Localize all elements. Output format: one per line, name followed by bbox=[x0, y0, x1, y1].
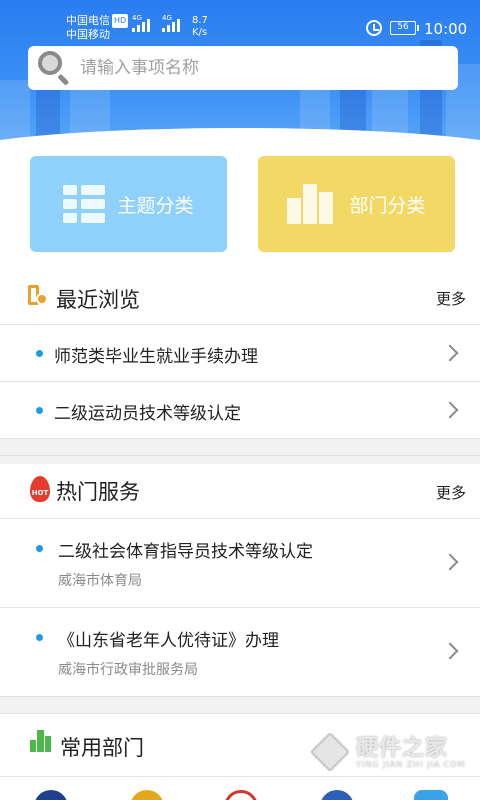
theme-category-button[interactable]: 主题分类 bbox=[30, 156, 227, 252]
list-item-department: 威海市行政审批服务局 bbox=[58, 662, 198, 678]
list-item-title: 《山东省老年人优待证》办理 bbox=[58, 631, 279, 651]
departments-section-title: 常用部门 bbox=[60, 736, 144, 760]
search-icon bbox=[38, 51, 72, 86]
department-category-button[interactable]: 部门分类 bbox=[258, 156, 455, 252]
list-item-title: 二级运动员技术等级认定 bbox=[54, 404, 241, 424]
department-building-icon bbox=[30, 730, 52, 752]
watermark-text: 硬件之家 bbox=[356, 736, 449, 761]
recent-more-link[interactable]: 更多 bbox=[436, 288, 466, 309]
carrier-1: 中国电信 bbox=[66, 14, 110, 27]
search-bar[interactable] bbox=[28, 46, 458, 90]
watermark: 硬件之家 YING JIAN ZHI JIA.COM bbox=[309, 730, 472, 774]
hot-more-link[interactable]: 更多 bbox=[436, 482, 466, 503]
chevron-right-icon bbox=[441, 401, 459, 419]
bullet-dot bbox=[36, 545, 43, 552]
chevron-right-icon bbox=[441, 642, 459, 660]
watermark-logo-icon bbox=[309, 731, 351, 773]
bullet-dot bbox=[36, 634, 43, 641]
list-item[interactable]: 师范类毕业生就业手续办理 bbox=[0, 324, 480, 381]
alarm-icon bbox=[366, 20, 382, 36]
bullet-dot bbox=[36, 407, 43, 414]
status-bar: 中国电信 HD 中国移动 4G 4G 8.7 K/s 56 10:00 bbox=[0, 0, 480, 44]
chevron-right-icon bbox=[441, 553, 459, 571]
battery-icon: 56 bbox=[390, 21, 419, 35]
carrier-info: 中国电信 HD 中国移动 bbox=[66, 14, 129, 42]
theme-category-label: 主题分类 bbox=[117, 194, 194, 217]
section-divider bbox=[0, 696, 480, 714]
network-speed: 8.7 K/s bbox=[192, 15, 208, 38]
recent-section-header: 最近浏览 更多 bbox=[0, 270, 480, 324]
recent-section-title: 最近浏览 bbox=[56, 288, 140, 312]
list-item-department: 威海市体育局 bbox=[58, 573, 142, 589]
watermark-subtext: YING JIAN ZHI JIA.COM bbox=[356, 760, 466, 769]
department-logo[interactable] bbox=[414, 790, 448, 800]
grid-list-icon bbox=[63, 185, 106, 223]
bullet-dot bbox=[36, 350, 43, 357]
recent-history-icon bbox=[28, 285, 48, 307]
search-input[interactable] bbox=[80, 58, 420, 78]
list-item[interactable]: 二级运动员技术等级认定 bbox=[0, 381, 480, 438]
signal-icon: 4G bbox=[162, 14, 180, 32]
list-item[interactable]: 《山东省老年人优待证》办理 威海市行政审批服务局 bbox=[0, 607, 480, 696]
signal-icon: 4G bbox=[132, 14, 150, 32]
list-item-title: 二级社会体育指导员技术等级认定 bbox=[58, 542, 313, 562]
section-divider bbox=[0, 438, 480, 456]
department-category-label: 部门分类 bbox=[349, 194, 426, 217]
list-item[interactable]: 二级社会体育指导员技术等级认定 威海市体育局 bbox=[0, 518, 480, 607]
clock: 10:00 bbox=[424, 20, 468, 38]
building-icon bbox=[287, 184, 334, 224]
hot-flame-icon: HOT bbox=[28, 476, 52, 504]
chevron-right-icon bbox=[441, 344, 459, 362]
list-item-title: 师范类毕业生就业手续办理 bbox=[54, 347, 258, 367]
carrier-2: 中国移动 bbox=[66, 28, 110, 41]
hot-section-title: 热门服务 bbox=[56, 480, 140, 504]
hd-icon: HD bbox=[112, 14, 129, 28]
hot-section-header: HOT 热门服务 更多 bbox=[0, 464, 480, 518]
